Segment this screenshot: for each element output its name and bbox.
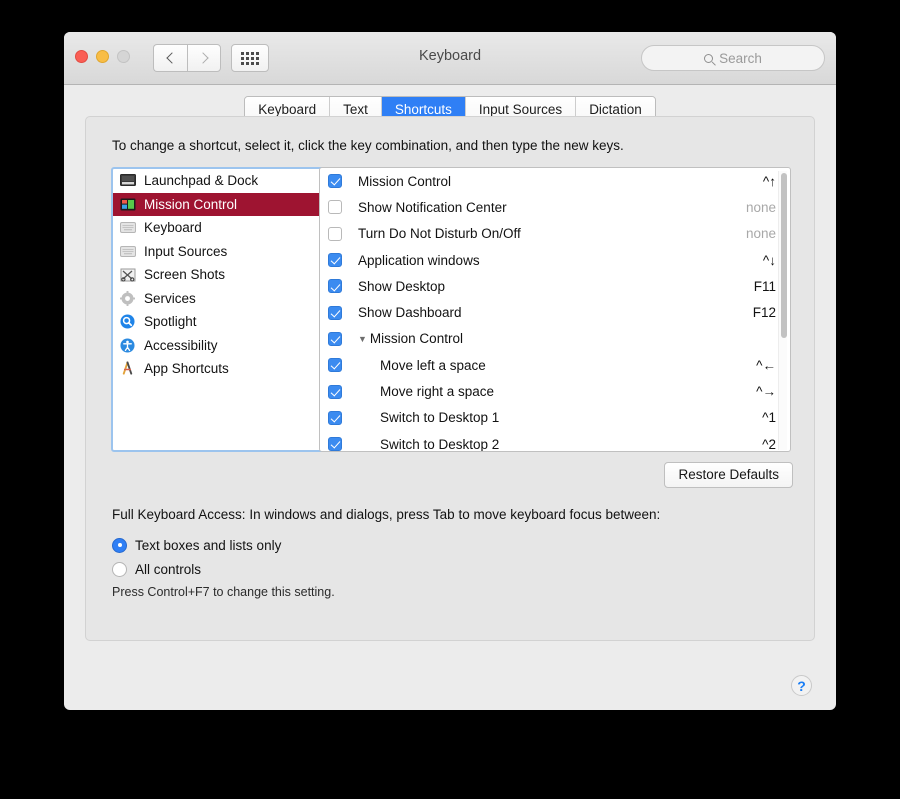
search-field[interactable]: Search xyxy=(641,45,825,71)
shortcut-row[interactable]: Switch to Desktop 2 ^2 xyxy=(320,431,790,452)
radio-button[interactable] xyxy=(112,561,127,577)
control-f7-hint: Press Control+F7 to change this setting. xyxy=(112,585,335,599)
shortcut-combo[interactable]: ^2 xyxy=(762,437,776,451)
chevron-down-icon[interactable]: ▼ xyxy=(358,334,367,344)
shortcut-checkbox[interactable] xyxy=(328,331,342,346)
shortcut-checkbox[interactable] xyxy=(328,358,342,373)
mission-control-icon xyxy=(119,196,136,213)
shortcut-row[interactable]: Application windows ^↓ xyxy=(320,247,790,273)
shortcut-item-list[interactable]: Mission Control ^↑ Show Notification Cen… xyxy=(319,167,791,452)
sidebar-item-label: Spotlight xyxy=(144,314,197,330)
shortcut-group-row[interactable]: ▼ Mission Control xyxy=(320,326,790,352)
shortcut-group-label: ▼ Mission Control xyxy=(358,331,776,346)
shortcut-combo[interactable]: F12 xyxy=(753,305,776,320)
scrollbar-thumb[interactable] xyxy=(780,173,787,338)
radio-label: Text boxes and lists only xyxy=(135,537,282,553)
shortcut-row[interactable]: Show Notification Center none xyxy=(320,194,790,220)
sidebar-item-mission-control[interactable]: Mission Control xyxy=(113,192,337,216)
shortcut-checkbox[interactable] xyxy=(328,279,342,294)
shortcut-label: Show Dashboard xyxy=(358,305,462,321)
shortcut-row[interactable]: Show Desktop F11 xyxy=(320,273,790,299)
services-gear-icon xyxy=(119,290,136,307)
shortcut-label: Move right a space xyxy=(380,384,495,400)
shortcut-checkbox[interactable] xyxy=(328,174,342,189)
shortcut-label: Show Desktop xyxy=(358,278,446,294)
shortcut-combo[interactable]: ^→ xyxy=(756,384,776,399)
sidebar-item-label: App Shortcuts xyxy=(144,361,229,377)
search-placeholder: Search xyxy=(719,50,762,66)
restore-defaults-button[interactable]: Restore Defaults xyxy=(664,462,793,488)
sidebar-item-label: Launchpad & Dock xyxy=(144,173,259,189)
search-icon xyxy=(704,53,714,63)
help-button[interactable]: ? xyxy=(791,675,812,696)
accessibility-icon xyxy=(119,337,136,354)
shortcut-combo[interactable]: ^↓ xyxy=(763,253,776,268)
screenshots-icon xyxy=(119,266,136,283)
shortcut-checkbox[interactable] xyxy=(328,305,342,320)
radio-label: All controls xyxy=(135,561,202,577)
sidebar-item-label: Screen Shots xyxy=(144,267,226,283)
shortcut-label: Turn Do Not Disturb On/Off xyxy=(358,226,521,242)
shortcut-checkbox[interactable] xyxy=(328,200,342,215)
sidebar-item-label: Services xyxy=(144,290,196,306)
shortcut-row[interactable]: Switch to Desktop 1 ^1 xyxy=(320,405,790,431)
shortcut-label: Mission Control xyxy=(369,331,463,347)
spotlight-icon xyxy=(119,313,136,330)
full-keyboard-access-radio-group: Text boxes and lists only All controls xyxy=(112,533,281,581)
keyboard-preferences-window: Keyboard Search Keyboard Text Shortcuts … xyxy=(64,32,836,710)
shortcut-row[interactable]: Mission Control ^↑ xyxy=(320,168,790,194)
sidebar-item-label: Accessibility xyxy=(144,337,218,353)
shortcut-row[interactable]: Turn Do Not Disturb On/Off none xyxy=(320,221,790,247)
shortcuts-panel: To change a shortcut, select it, click t… xyxy=(85,116,815,641)
shortcut-combo[interactable]: none xyxy=(746,200,776,215)
radio-all-controls[interactable]: All controls xyxy=(112,557,281,581)
shortcut-label: Switch to Desktop 2 xyxy=(380,436,500,452)
shortcut-checkbox[interactable] xyxy=(328,410,342,425)
shortcut-label: Application windows xyxy=(358,252,480,268)
shortcut-checkbox[interactable] xyxy=(328,226,342,241)
sidebar-item-screen-shots[interactable]: Screen Shots xyxy=(113,263,337,287)
sidebar-item-spotlight[interactable]: Spotlight xyxy=(113,310,337,334)
launchpad-dock-icon xyxy=(119,172,136,189)
sidebar-item-keyboard[interactable]: Keyboard xyxy=(113,216,337,240)
sidebar-item-app-shortcuts[interactable]: App Shortcuts xyxy=(113,357,337,381)
shortcut-list-scrollbar[interactable] xyxy=(778,171,787,450)
shortcut-checkbox[interactable] xyxy=(328,437,342,451)
shortcut-label: Move left a space xyxy=(380,357,486,373)
shortcut-row[interactable]: Move left a space ^← xyxy=(320,352,790,378)
shortcut-label: Mission Control xyxy=(358,173,452,189)
sidebar-item-input-sources[interactable]: Input Sources xyxy=(113,240,337,264)
radio-button[interactable] xyxy=(112,537,127,553)
full-keyboard-access-label: Full Keyboard Access: In windows and dia… xyxy=(112,507,661,522)
sidebar-item-label: Mission Control xyxy=(144,196,238,212)
shortcut-checkbox[interactable] xyxy=(328,384,342,399)
keyboard-icon xyxy=(119,219,136,236)
app-shortcuts-icon xyxy=(119,360,136,377)
shortcut-combo[interactable]: ^1 xyxy=(762,410,776,425)
shortcut-row[interactable]: Move right a space ^→ xyxy=(320,378,790,404)
input-sources-icon xyxy=(119,243,136,260)
window-titlebar: Keyboard Search xyxy=(64,32,836,85)
shortcut-combo[interactable]: none xyxy=(746,226,776,241)
sidebar-item-services[interactable]: Services xyxy=(113,287,337,311)
shortcut-label: Switch to Desktop 1 xyxy=(380,410,500,426)
sidebar-item-accessibility[interactable]: Accessibility xyxy=(113,334,337,358)
shortcut-label: Show Notification Center xyxy=(358,199,507,215)
radio-text-boxes-and-lists[interactable]: Text boxes and lists only xyxy=(112,533,281,557)
shortcut-row[interactable]: Show Dashboard F12 xyxy=(320,299,790,325)
sidebar-item-label: Keyboard xyxy=(144,220,202,236)
shortcut-combo[interactable]: ^↑ xyxy=(763,174,776,189)
shortcut-combo[interactable]: F11 xyxy=(754,279,776,294)
shortcut-category-list[interactable]: Launchpad & Dock Mission Control Keyboar… xyxy=(111,167,339,452)
shortcut-combo[interactable]: ^← xyxy=(756,358,776,373)
instruction-text: To change a shortcut, select it, click t… xyxy=(112,138,624,153)
sidebar-item-launchpad-dock[interactable]: Launchpad & Dock xyxy=(113,169,337,193)
sidebar-item-label: Input Sources xyxy=(144,243,228,259)
shortcut-checkbox[interactable] xyxy=(328,253,342,268)
